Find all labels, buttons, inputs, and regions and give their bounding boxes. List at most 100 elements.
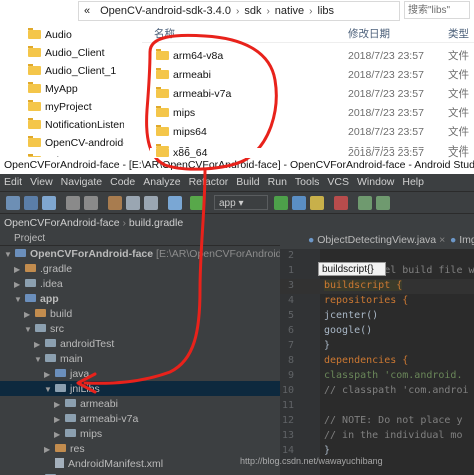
address-segment[interactable]: OpenCV-android-sdk-3.4.0 <box>95 5 236 17</box>
breadcrumb-item-project[interactable]: OpenCVForAndroid-face <box>0 217 120 229</box>
address-overflow-chevron[interactable]: « <box>79 5 95 17</box>
expand-arrow-icon[interactable]: ▶ <box>54 412 62 427</box>
tree-item-jnilibs[interactable]: ▼ jniLibs <box>44 382 100 397</box>
expand-arrow-icon[interactable]: ▶ <box>14 262 22 277</box>
menu-build[interactable]: Build <box>232 174 263 191</box>
nav-item-label: OpenCV-android-s <box>45 137 124 149</box>
tree-item[interactable]: ▶ .gradle <box>14 262 72 277</box>
file-row[interactable]: armeabi 2018/7/23 23:57 文件 <box>150 66 474 85</box>
nav-item[interactable]: Audio <box>28 26 124 44</box>
expand-arrow-icon[interactable]: ▶ <box>14 277 22 292</box>
code-line[interactable]: dependencies { <box>324 355 408 366</box>
tree-item[interactable]: ▶ .idea <box>14 277 63 292</box>
menu-edit[interactable]: Edit <box>0 174 26 191</box>
expand-arrow-icon[interactable]: ▼ <box>4 247 12 262</box>
tab-imgp[interactable]: ● Imgp <box>450 231 474 249</box>
column-header-modified[interactable]: 修改日期 <box>348 26 390 41</box>
menu-run[interactable]: Run <box>264 174 291 191</box>
nav-item[interactable]: Audio_Client_1 <box>28 62 124 80</box>
expand-arrow-icon[interactable]: ▶ <box>54 427 62 442</box>
column-header-type[interactable]: 类型 <box>448 26 469 41</box>
menu-help[interactable]: Help <box>398 174 428 191</box>
code-line[interactable]: } <box>324 340 330 351</box>
breadcrumb-item-file[interactable]: build.gradle <box>129 217 183 229</box>
nav-item[interactable]: Audio_Client <box>28 44 124 62</box>
file-row[interactable]: armeabi-v7a 2018/7/23 23:57 文件 <box>150 85 474 104</box>
tree-item[interactable]: ▼ main <box>34 352 83 367</box>
code-line[interactable]: // classpath 'com.androi <box>324 385 469 396</box>
code-line[interactable]: classpath 'com.android. <box>324 370 462 381</box>
file-row[interactable]: arm64-v8a 2018/7/23 23:57 文件 <box>150 47 474 66</box>
menu-vcs[interactable]: VCS <box>323 174 353 191</box>
save-icon[interactable] <box>24 196 38 210</box>
address-segment[interactable]: sdk <box>239 5 266 17</box>
tree-item[interactable]: ▼ app <box>14 292 59 307</box>
tree-item-root[interactable]: ▼ OpenCVForAndroid-face [E:\AR\OpenCVForA… <box>4 247 308 262</box>
file-row[interactable]: x86_64 2018/7/23 23:57 文件 <box>150 148 474 158</box>
nav-item[interactable]: OpenCV-android-s <box>28 134 124 152</box>
expand-arrow-icon[interactable]: ▶ <box>44 442 52 457</box>
menu-navigate[interactable]: Navigate <box>57 174 106 191</box>
make-project-icon[interactable] <box>190 196 204 210</box>
code-line[interactable]: buildscript { <box>324 280 403 291</box>
menu-refactor[interactable]: Refactor <box>185 174 233 191</box>
tree-item[interactable]: AndroidManifest.xml <box>55 457 163 472</box>
menu-code[interactable]: Code <box>106 174 139 191</box>
expand-arrow-icon[interactable]: ▼ <box>34 352 42 367</box>
code-line[interactable]: // NOTE: Do not place y <box>324 415 462 426</box>
expand-arrow-icon[interactable]: ▶ <box>54 397 62 412</box>
undo-icon[interactable] <box>66 196 80 210</box>
tree-item[interactable]: ▶ androidTest <box>34 337 114 352</box>
sync-icon[interactable] <box>42 196 56 210</box>
search-input[interactable]: 搜索"libs" <box>404 1 470 19</box>
menu-view[interactable]: View <box>26 174 57 191</box>
tree-item[interactable]: ▶ armeabi-v7a <box>54 412 138 427</box>
column-header-name[interactable]: 名称 <box>154 26 175 41</box>
cut-icon[interactable] <box>108 196 122 210</box>
tree-item[interactable]: ▶ mips <box>54 427 102 442</box>
run-configuration-select[interactable]: app ▾ <box>214 195 268 210</box>
debug-icon[interactable] <box>292 196 306 210</box>
menu-analyze[interactable]: Analyze <box>139 174 184 191</box>
code-line[interactable]: jcenter() <box>324 310 378 321</box>
code-line[interactable]: google() <box>324 325 372 336</box>
redo-icon[interactable] <box>84 196 98 210</box>
menu-window[interactable]: Window <box>353 174 398 191</box>
expand-arrow-icon[interactable]: ▼ <box>14 292 22 307</box>
address-segment[interactable]: libs <box>313 5 340 17</box>
run-icon[interactable] <box>274 196 288 210</box>
menu-tools[interactable]: Tools <box>291 174 324 191</box>
sdk-manager-icon[interactable] <box>376 196 390 210</box>
code-line[interactable]: // in the individual mo <box>324 430 462 441</box>
tree-item[interactable]: ▶ java <box>44 367 89 382</box>
avd-manager-icon[interactable] <box>358 196 372 210</box>
apply-changes-icon[interactable] <box>310 196 324 210</box>
tree-item[interactable]: ▶ res <box>44 442 85 457</box>
address-bar[interactable]: « OpenCV-android-sdk-3.4.0 › sdk › nativ… <box>78 1 400 21</box>
tree-item[interactable]: ▶ armeabi <box>54 397 118 412</box>
copy-icon[interactable] <box>126 196 140 210</box>
find-icon[interactable] <box>168 196 182 210</box>
stop-icon[interactable] <box>334 196 348 210</box>
file-row[interactable]: mips 2018/7/23 23:57 文件 <box>150 104 474 123</box>
nav-item[interactable]: NotificationListene <box>28 116 124 134</box>
paste-icon[interactable] <box>144 196 158 210</box>
expand-arrow-icon[interactable]: ▶ <box>24 307 32 322</box>
tree-item[interactable]: ▶ build <box>24 307 72 322</box>
file-row[interactable]: mips64 2018/7/23 23:57 文件 <box>150 123 474 142</box>
tree-item[interactable]: ▼ src <box>24 322 64 337</box>
file-type: 文件 <box>448 69 469 81</box>
expand-arrow-icon[interactable]: ▼ <box>44 382 52 397</box>
nav-item[interactable]: MyApp <box>28 80 124 98</box>
code-line[interactable]: repositories { <box>324 295 408 306</box>
expand-arrow-icon[interactable]: ▶ <box>34 337 42 352</box>
expand-arrow-icon[interactable]: ▶ <box>44 367 52 382</box>
nav-item[interactable]: myProject <box>28 98 124 116</box>
open-folder-icon[interactable] <box>6 196 20 210</box>
tab-objectdetectingview[interactable]: ● ObjectDetectingView.java × <box>308 231 445 249</box>
code-line[interactable]: } <box>324 445 330 456</box>
structure-breadcrumb-popup[interactable]: buildscript{} <box>318 262 386 276</box>
address-segment[interactable]: native <box>270 5 309 17</box>
expand-arrow-icon[interactable]: ▼ <box>24 322 32 337</box>
project-view-selector[interactable]: Project <box>0 231 280 246</box>
